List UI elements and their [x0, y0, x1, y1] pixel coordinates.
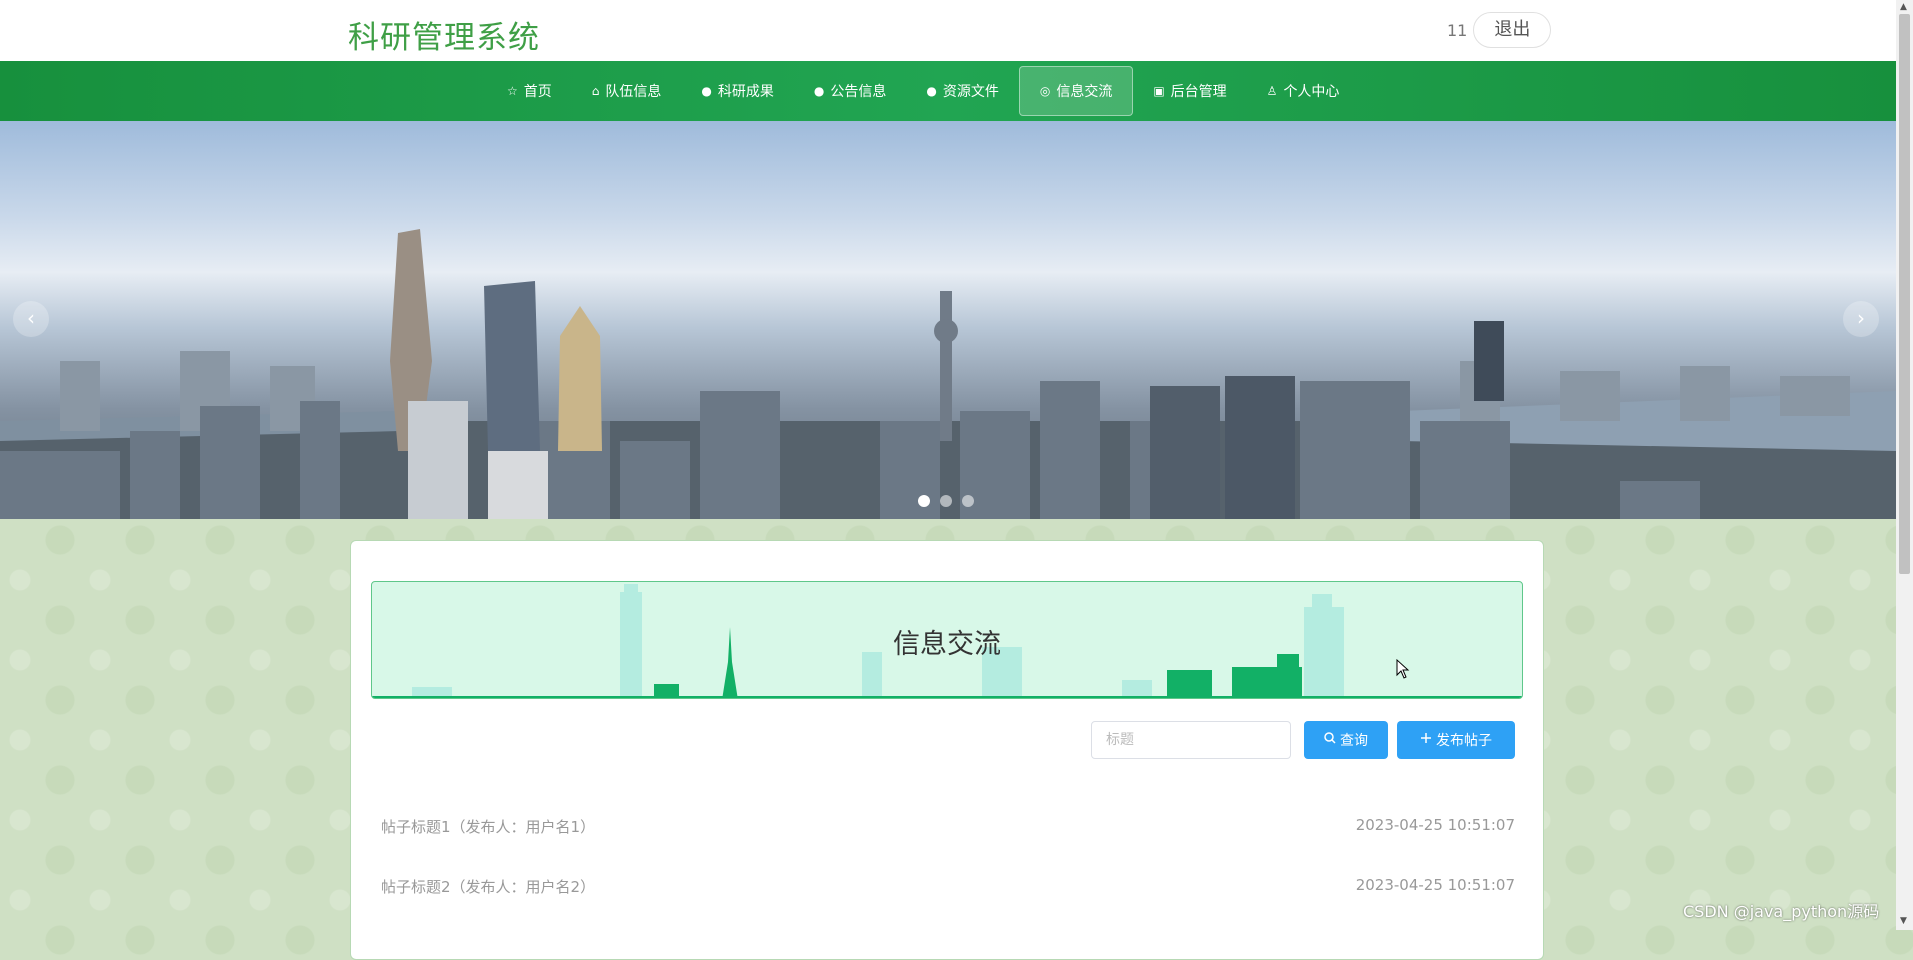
nav-item-label: 公告信息: [830, 84, 887, 100]
new-post-button-label: 发布帖子: [1436, 733, 1492, 749]
nav-item-team[interactable]: ⌂ 队伍信息: [572, 66, 682, 116]
mouse-cursor-icon: [1396, 659, 1410, 679]
nav-item-profile[interactable]: ♙ 个人中心: [1247, 66, 1360, 116]
nav-item-label: 个人中心: [1283, 84, 1340, 100]
banner-carousel: ‹ ›: [0, 121, 1896, 519]
carousel-dot[interactable]: [940, 495, 952, 507]
title-search-input[interactable]: [1091, 721, 1291, 759]
nav-list: ☆ 首页 ⌂ 队伍信息 ● 科研成果 ● 公告信息 ● 资源文件 ◎ 信息交流 …: [487, 66, 1359, 116]
city-skyline-image: [0, 229, 1896, 519]
section-banner: 信息交流: [371, 581, 1523, 699]
carousel-dot[interactable]: [918, 495, 930, 507]
logout-button[interactable]: 退出: [1473, 12, 1552, 48]
post-title: 帖子标题2（发布人：用户名2）: [381, 878, 596, 896]
nav-item-resources[interactable]: ● 资源文件: [906, 66, 1018, 116]
section-title: 信息交流: [893, 629, 1001, 660]
carousel-indicators: [918, 495, 984, 507]
post-title: 帖子标题1（发布人：用户名1）: [381, 818, 596, 836]
nav-item-home[interactable]: ☆ 首页: [487, 66, 572, 116]
nav-item-label: 资源文件: [942, 84, 999, 100]
globe-icon: ◎: [1039, 84, 1051, 98]
carousel-prev-button[interactable]: ‹: [13, 301, 49, 337]
post-time: 2023-04-25 10:51:07: [1355, 816, 1515, 834]
carousel-dot[interactable]: [962, 495, 974, 507]
page-scrollbar[interactable]: ▲ ▼: [1896, 0, 1913, 930]
nav-item-label: 科研成果: [717, 84, 774, 100]
new-post-button[interactable]: 发布帖子: [1397, 721, 1515, 759]
post-list-item[interactable]: 帖子标题1（发布人：用户名1） 2023-04-25 10:51:07: [381, 816, 1515, 840]
site-title: 科研管理系统: [348, 20, 540, 56]
briefcase-icon: ▣: [1153, 84, 1165, 98]
nav-item-admin[interactable]: ▣ 后台管理: [1133, 66, 1246, 116]
carousel-next-button[interactable]: ›: [1843, 301, 1879, 337]
question-circle-icon: ●: [813, 84, 825, 98]
nav-item-label: 信息交流: [1056, 84, 1113, 100]
info-circle-icon: ●: [926, 84, 937, 98]
top-header: 科研管理系统 11 退出: [0, 0, 1896, 61]
nav-item-forum[interactable]: ◎ 信息交流: [1018, 66, 1134, 116]
post-list-item[interactable]: 帖子标题2（发布人：用户名2） 2023-04-25 10:51:07: [381, 876, 1515, 900]
nav-item-achievements[interactable]: ● 科研成果: [681, 66, 793, 116]
star-icon: ☆: [507, 84, 518, 98]
nav-item-announcements[interactable]: ● 公告信息: [794, 66, 906, 116]
scroll-down-arrow-icon[interactable]: ▼: [1900, 916, 1907, 926]
user-icon: ♙: [1266, 84, 1278, 98]
search-button[interactable]: 查询: [1304, 721, 1388, 759]
search-icon: [1324, 732, 1336, 748]
bag-icon: ⌂: [591, 84, 600, 98]
scrollbar-thumb[interactable]: [1899, 14, 1910, 574]
info-circle-icon: ●: [701, 84, 712, 98]
search-button-label: 查询: [1340, 733, 1368, 749]
plus-icon: [1420, 732, 1432, 748]
forum-panel: 信息交流 查询 发布帖子 帖子标题1（发布人：用户名1） 2023-04-25 …: [350, 540, 1544, 960]
nav-item-label: 队伍信息: [605, 84, 662, 100]
watermark-text: CSDN @java_python源码: [1683, 902, 1880, 921]
scroll-up-arrow-icon[interactable]: ▲: [1900, 2, 1907, 12]
nav-item-label: 首页: [523, 84, 552, 100]
main-nav: ☆ 首页 ⌂ 队伍信息 ● 科研成果 ● 公告信息 ● 资源文件 ◎ 信息交流 …: [0, 61, 1896, 121]
username-label: 11: [1447, 20, 1468, 40]
post-time: 2023-04-25 10:51:07: [1355, 876, 1515, 894]
user-area: 11 退出: [1447, 12, 1552, 48]
nav-item-label: 后台管理: [1170, 84, 1227, 100]
